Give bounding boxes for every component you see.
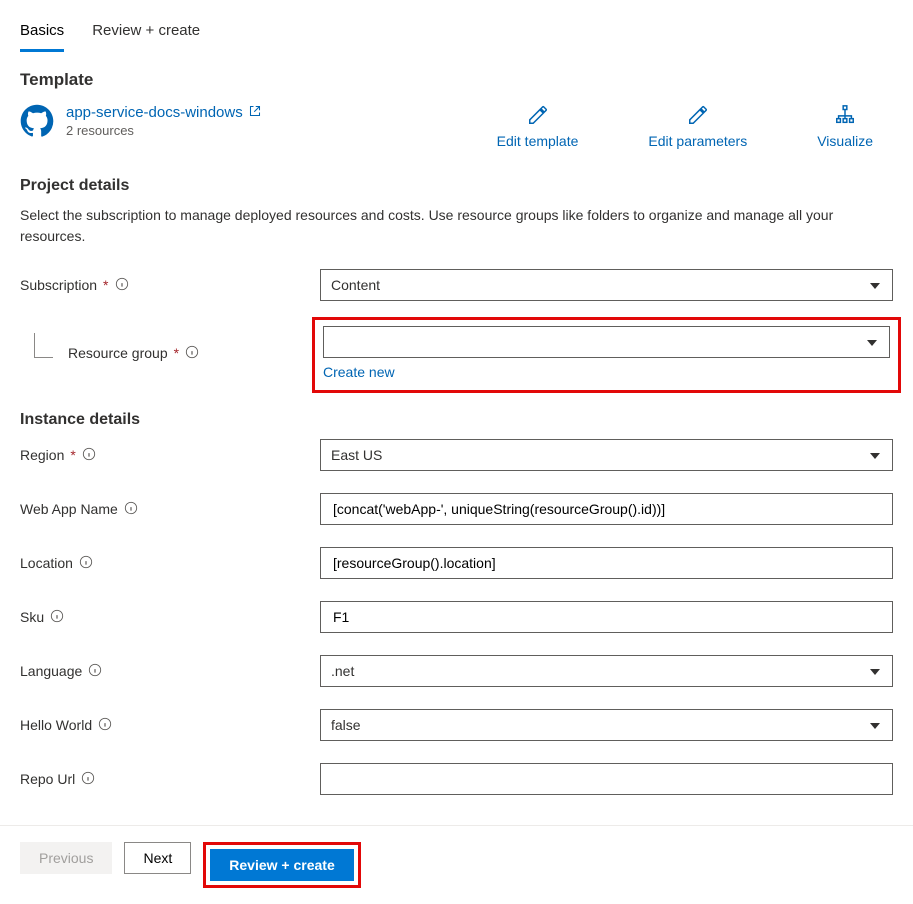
hello-world-label: Hello World xyxy=(20,717,320,734)
location-label-text: Location xyxy=(20,555,73,571)
review-create-button[interactable]: Review + create xyxy=(210,849,353,881)
sku-label-text: Sku xyxy=(20,609,44,625)
location-field[interactable] xyxy=(331,554,882,572)
template-resource-count: 2 resources xyxy=(66,123,261,138)
info-icon[interactable] xyxy=(79,555,93,572)
create-new-link[interactable]: Create new xyxy=(323,364,395,380)
template-name: app-service-docs-windows xyxy=(66,104,243,121)
sku-field[interactable] xyxy=(331,608,882,626)
pencil-icon xyxy=(527,104,549,129)
template-heading: Template xyxy=(20,70,893,90)
footer: Previous Next Review + create xyxy=(0,825,913,904)
hello-world-select[interactable]: false xyxy=(320,709,893,741)
info-icon[interactable] xyxy=(82,447,96,464)
info-icon[interactable] xyxy=(50,609,64,626)
region-label: Region * xyxy=(20,447,320,464)
repo-url-label: Repo Url xyxy=(20,771,320,788)
info-icon[interactable] xyxy=(124,501,138,518)
location-input[interactable] xyxy=(320,547,893,579)
webapp-name-field[interactable] xyxy=(331,500,882,518)
info-icon[interactable] xyxy=(88,663,102,680)
edit-template-label: Edit template xyxy=(497,133,579,149)
info-icon[interactable] xyxy=(81,771,95,788)
edit-template-button[interactable]: Edit template xyxy=(497,104,579,149)
region-value: East US xyxy=(331,447,382,463)
info-icon[interactable] xyxy=(115,277,129,294)
language-label: Language xyxy=(20,663,320,680)
required-asterisk: * xyxy=(174,345,179,361)
resource-group-label-text: Resource group xyxy=(68,345,168,361)
sku-input[interactable] xyxy=(320,601,893,633)
subscription-label: Subscription * xyxy=(20,277,320,294)
webapp-name-label: Web App Name xyxy=(20,501,320,518)
hello-label-text: Hello World xyxy=(20,717,92,733)
subscription-value: Content xyxy=(331,277,380,293)
repo-url-input[interactable] xyxy=(320,763,893,795)
tabs: Basics Review + create xyxy=(20,18,893,52)
pencil-icon xyxy=(687,104,709,129)
hierarchy-icon xyxy=(834,104,856,129)
visualize-label: Visualize xyxy=(817,133,873,149)
tab-review-create[interactable]: Review + create xyxy=(92,18,200,51)
language-label-text: Language xyxy=(20,663,82,679)
required-asterisk: * xyxy=(70,447,75,463)
webapp-name-input[interactable] xyxy=(320,493,893,525)
location-label: Location xyxy=(20,555,320,572)
resource-group-highlight: Create new xyxy=(312,317,901,393)
review-create-highlight: Review + create xyxy=(203,842,360,888)
edit-parameters-label: Edit parameters xyxy=(648,133,747,149)
hello-world-value: false xyxy=(331,717,361,733)
resource-group-label: Resource group * xyxy=(68,345,320,362)
region-label-text: Region xyxy=(20,447,64,463)
required-asterisk: * xyxy=(103,277,108,293)
project-details-description: Select the subscription to manage deploy… xyxy=(20,205,840,247)
tab-basics[interactable]: Basics xyxy=(20,18,64,52)
resource-group-select[interactable] xyxy=(323,326,890,358)
project-details-heading: Project details xyxy=(20,177,893,195)
language-value: .net xyxy=(331,663,354,679)
template-link[interactable]: app-service-docs-windows xyxy=(66,104,261,121)
previous-button: Previous xyxy=(20,842,112,874)
next-button[interactable]: Next xyxy=(124,842,191,874)
visualize-button[interactable]: Visualize xyxy=(817,104,873,149)
instance-details-heading: Instance details xyxy=(20,411,893,429)
webapp-label-text: Web App Name xyxy=(20,501,118,517)
external-link-icon xyxy=(249,104,261,121)
subscription-select[interactable]: Content xyxy=(320,269,893,301)
repo-label-text: Repo Url xyxy=(20,771,75,787)
sku-label: Sku xyxy=(20,609,320,626)
info-icon[interactable] xyxy=(185,345,199,362)
github-icon xyxy=(20,104,54,138)
edit-parameters-button[interactable]: Edit parameters xyxy=(648,104,747,149)
template-actions: Edit template Edit parameters Visualize xyxy=(497,104,893,149)
template-row: app-service-docs-windows 2 resources Edi… xyxy=(20,104,893,149)
language-select[interactable]: .net xyxy=(320,655,893,687)
region-select[interactable]: East US xyxy=(320,439,893,471)
info-icon[interactable] xyxy=(98,717,112,734)
repo-url-field[interactable] xyxy=(331,770,882,788)
subscription-label-text: Subscription xyxy=(20,277,97,293)
